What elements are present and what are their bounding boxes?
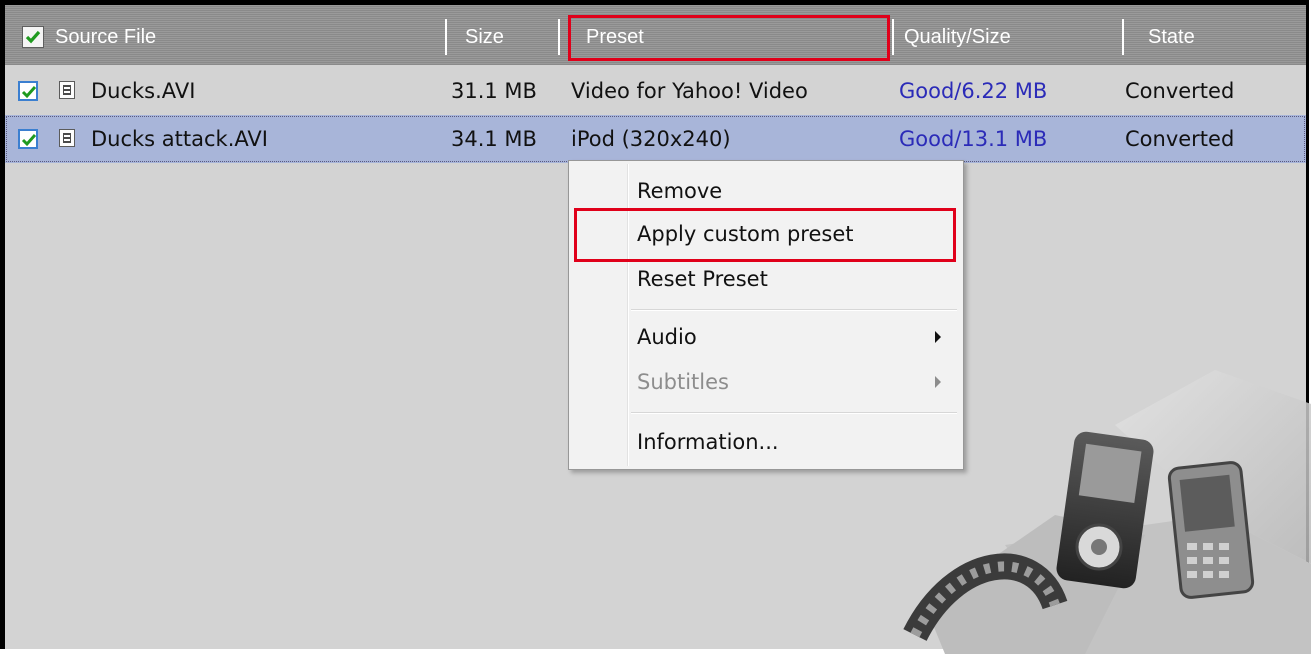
file-list-panel: Source File Size Preset Quality/Size Sta… (0, 0, 1311, 654)
size-cell: 34.1 MB (451, 127, 537, 151)
checkmark-icon (21, 86, 37, 99)
menu-item-information[interactable]: Information... (573, 422, 959, 462)
checkmark-icon (25, 30, 41, 44)
column-header-source-file[interactable]: Source File (55, 17, 156, 57)
row-checkbox[interactable] (18, 129, 38, 149)
column-divider[interactable] (1122, 19, 1124, 55)
quality-size-cell[interactable]: Good/13.1 MB (899, 115, 1047, 163)
video-file-icon (59, 129, 75, 147)
menu-item-subtitles: Subtitles (573, 362, 959, 402)
submenu-arrow-icon (935, 376, 941, 388)
preset-cell[interactable]: Video for Yahoo! Video (571, 67, 808, 115)
menu-separator (631, 309, 957, 311)
checkmark-icon (21, 134, 37, 147)
video-file-icon (59, 81, 75, 99)
state-cell: Converted (1125, 127, 1235, 151)
column-header-quality-size[interactable]: Quality/Size (904, 17, 1011, 57)
column-header-state[interactable]: State (1148, 17, 1195, 57)
menu-separator (631, 412, 957, 414)
table-row-selected[interactable]: Ducks attack.AVI 34.1 MB iPod (320x240) … (5, 115, 1306, 163)
size-cell: 31.1 MB (451, 79, 537, 103)
column-header-size[interactable]: Size (465, 17, 504, 57)
select-all-checkbox[interactable] (22, 26, 44, 48)
quality-size-cell[interactable]: Good/6.22 MB (899, 67, 1047, 115)
submenu-arrow-icon (935, 331, 941, 343)
table-row[interactable]: Ducks.AVI 31.1 MB Video for Yahoo! Video… (5, 67, 1306, 115)
menu-item-remove[interactable]: Remove (573, 171, 959, 211)
apply-custom-preset-highlight (574, 208, 956, 262)
source-file-cell: Ducks.AVI (91, 79, 196, 103)
source-file-cell: Ducks attack.AVI (91, 127, 268, 151)
preset-column-highlight (568, 15, 890, 61)
state-cell: Converted (1125, 79, 1235, 103)
context-menu: Remove Apply custom preset Reset Preset … (568, 160, 964, 470)
column-divider[interactable] (558, 19, 560, 55)
column-header-bar: Source File Size Preset Quality/Size Sta… (5, 5, 1306, 65)
menu-item-audio[interactable]: Audio (573, 317, 959, 357)
row-checkbox[interactable] (18, 81, 38, 101)
preset-cell[interactable]: iPod (320x240) (571, 115, 731, 163)
menu-item-reset-preset[interactable]: Reset Preset (573, 259, 959, 299)
menu-item-subtitles-label: Subtitles (637, 370, 729, 394)
menu-item-audio-label: Audio (637, 325, 697, 349)
column-divider[interactable] (892, 19, 894, 55)
column-divider[interactable] (445, 19, 447, 55)
